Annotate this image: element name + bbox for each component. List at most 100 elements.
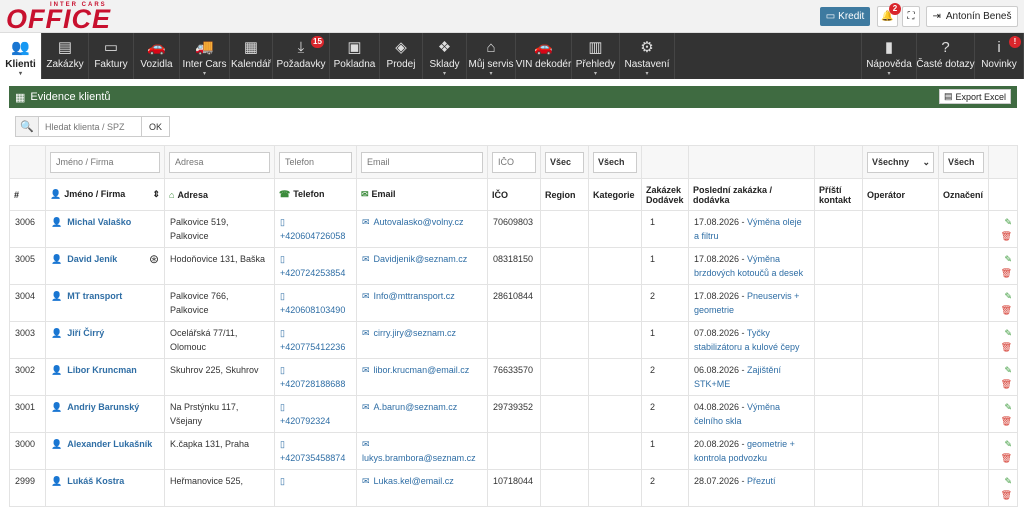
edit-icon[interactable]: ✎ [994, 289, 1012, 303]
client-email-link[interactable]: Davidjenik@seznam.cz [374, 254, 468, 264]
client-address: Palkovice 766, Palkovice [164, 284, 275, 322]
col-address: ⌂ Adresa [164, 178, 275, 211]
client-email-link[interactable]: Autovalasko@volny.cz [374, 217, 464, 227]
notifications-badge: 2 [889, 3, 901, 15]
operator-filter-value: Všechny [872, 157, 910, 167]
table-row[interactable]: 3003 👤 Jiří Čirrý Ocelářská 77/11, Olomouc ▯… [9, 321, 1018, 359]
nav-item-časté-dotazy[interactable]: ? Časté dotazy [916, 33, 975, 79]
edit-icon[interactable]: ✎ [994, 326, 1012, 340]
col-phone-label: Telefon [293, 189, 325, 199]
table-row[interactable]: 3006 👤 Michal Valaško Palkovice 519, Palkov… [9, 210, 1018, 248]
nav-item-prodej[interactable]: ◈ Prodej [380, 33, 423, 79]
table-row[interactable]: 3004 👤 MT transport Palkovice 766, Palkovic… [9, 284, 1018, 322]
client-email-link[interactable]: Info@mttransport.cz [374, 291, 455, 301]
car-icon: 🚗 [147, 39, 166, 56]
ico-filter[interactable] [492, 151, 536, 173]
trash-icon[interactable]: 🗑 [994, 488, 1012, 502]
last-order-date: 20.08.2026 [694, 439, 740, 449]
table-row[interactable]: 3000 👤 Alexander Lukašník K.čapka 131, Prah… [9, 432, 1018, 470]
trash-icon[interactable]: 🗑 [994, 377, 1012, 391]
edit-icon[interactable]: ✎ [994, 215, 1012, 229]
nav-item-požadavky[interactable]: ⤓ Požadavky 15 [273, 33, 330, 79]
export-excel-button[interactable]: ▤ Export Excel [938, 89, 1011, 104]
col-name[interactable]: 👤 Jméno / Firma ⇕ [45, 178, 165, 211]
client-phone-link[interactable]: +420735458874 [280, 453, 345, 463]
trash-icon[interactable]: 🗑 [994, 266, 1012, 280]
sort-icon[interactable]: ⇕ [152, 189, 160, 200]
client-phone-link[interactable]: +420775412236 [280, 342, 345, 352]
name-filter[interactable] [50, 151, 160, 173]
user-button[interactable]: ⇥ Antonín Beneš [926, 6, 1018, 27]
client-phone-link[interactable]: +420724253854 [280, 268, 345, 278]
client-email-link[interactable]: A.barun@seznam.cz [374, 402, 458, 412]
client-address: Skuhrov 225, Skuhrov [164, 358, 275, 396]
last-order-date: 28.07.2026 [694, 476, 740, 486]
nav-item-novinky[interactable]: i Novinky! [975, 33, 1024, 79]
client-name-link[interactable]: Andriy Barunský [67, 402, 139, 412]
nav-item-nápověda[interactable]: ▮ Nápověda ▾ [862, 33, 917, 79]
client-name-link[interactable]: Alexander Lukašník [67, 439, 152, 449]
client-phone-link[interactable]: +420608103490 [280, 305, 345, 315]
kredit-button[interactable]: ▭ Kredit [820, 7, 870, 26]
client-email-link[interactable]: cirry.jiry@seznam.cz [374, 328, 456, 338]
envelope-icon: ✉ [362, 328, 370, 338]
table-row[interactable]: 3005 👤 David Jeník ⊛ Hodoňovice 131, Baška ▯ +… [9, 247, 1018, 285]
search-icon: 🔍 [15, 116, 39, 137]
fullscreen-button[interactable]: ⛶ [902, 6, 920, 27]
client-name-link[interactable]: Libor Kruncman [67, 365, 137, 375]
table-row[interactable]: 3001 👤 Andriy Barunský Na Prstýnku 117, Vše… [9, 395, 1018, 433]
download-icon: ⤓ [297, 39, 305, 56]
notifications-button[interactable]: 🔔 2 [877, 3, 901, 27]
nav-item-inter-cars[interactable]: 🚚 Inter Cars ▾ [180, 33, 230, 79]
trash-icon[interactable]: 🗑 [994, 414, 1012, 428]
search-ok-button[interactable]: OK [142, 116, 170, 137]
client-phone-link[interactable]: +420728188688 [280, 379, 345, 389]
trash-icon[interactable]: 🗑 [994, 340, 1012, 354]
nav-item-klienti[interactable]: 👥 Klienti ▾ [0, 33, 42, 79]
trash-icon[interactable]: 🗑 [994, 451, 1012, 465]
edit-icon[interactable]: ✎ [994, 437, 1012, 451]
last-order-date: 04.08.2026 [694, 402, 740, 412]
operator-filter-select[interactable]: Všechny ⌄ [867, 151, 934, 173]
nav-item-kalendář[interactable]: ▦ Kalendář [230, 33, 273, 79]
client-name-link[interactable]: Jiří Čirrý [67, 328, 104, 338]
client-email-link[interactable]: libor.krucman@email.cz [374, 365, 470, 375]
nav-item-můj-servis[interactable]: ⌂ Můj servis ▾ [467, 33, 516, 79]
nav-item-vin-dekodér[interactable]: 🚗 VIN dekodér [516, 33, 572, 79]
client-email-link[interactable]: Lukas.kel@email.cz [374, 476, 454, 486]
client-phone-link[interactable]: +420604726058 [280, 231, 345, 241]
category-filter-select[interactable]: Všech [593, 151, 637, 173]
trash-icon[interactable]: 🗑 [994, 229, 1012, 243]
search-input[interactable] [39, 116, 142, 137]
region-filter-select[interactable]: Všec [545, 151, 584, 173]
last-order-link[interactable]: Přezutí [747, 476, 776, 486]
edit-icon[interactable]: ✎ [994, 252, 1012, 266]
address-filter[interactable] [169, 151, 270, 173]
nav-item-vozidla[interactable]: 🚗 Vozidla [134, 33, 180, 79]
nav-item-zakázky[interactable]: ▤ Zakázky [42, 33, 89, 79]
client-phone-link[interactable]: +420792324 [280, 416, 330, 426]
nav-item-přehledy[interactable]: ▥ Přehledy ▾ [572, 33, 620, 79]
client-address: Hodoňovice 131, Baška [164, 247, 275, 285]
nav-item-nastavení[interactable]: ⚙ Nastavení ▾ [620, 33, 675, 79]
intercars-office-logo[interactable]: INTER CARS OFFICE [6, 2, 110, 33]
nav-item-pokladna[interactable]: ▣ Pokladna [330, 33, 380, 79]
nav-item-label: Vozidla [140, 59, 173, 70]
tag-filter-select[interactable]: Všech [943, 151, 984, 173]
email-filter[interactable] [361, 151, 483, 173]
client-name-link[interactable]: Lukáš Kostra [67, 476, 124, 486]
client-name-link[interactable]: MT transport [67, 291, 122, 301]
nav-item-sklady[interactable]: ❖ Sklady ▾ [423, 33, 467, 79]
edit-icon[interactable]: ✎ [994, 474, 1012, 488]
edit-icon[interactable]: ✎ [994, 363, 1012, 377]
orders-count: 1 [641, 210, 689, 248]
table-row[interactable]: 2999 👤 Lukáš Kostra Heřmanovice 525, ▯ ✉ Lukas… [9, 469, 1018, 507]
trash-icon[interactable]: 🗑 [994, 303, 1012, 317]
phone-filter[interactable] [279, 151, 352, 173]
table-row[interactable]: 3002 👤 Libor Kruncman Skuhrov 225, Skuhrov ▯… [9, 358, 1018, 396]
client-email-link[interactable]: lukys.brambora@seznam.cz [362, 453, 476, 463]
client-name-link[interactable]: Michal Valaško [67, 217, 131, 227]
nav-item-faktury[interactable]: ▭ Faktury [89, 33, 134, 79]
client-name-link[interactable]: David Jeník [67, 254, 117, 264]
edit-icon[interactable]: ✎ [994, 400, 1012, 414]
